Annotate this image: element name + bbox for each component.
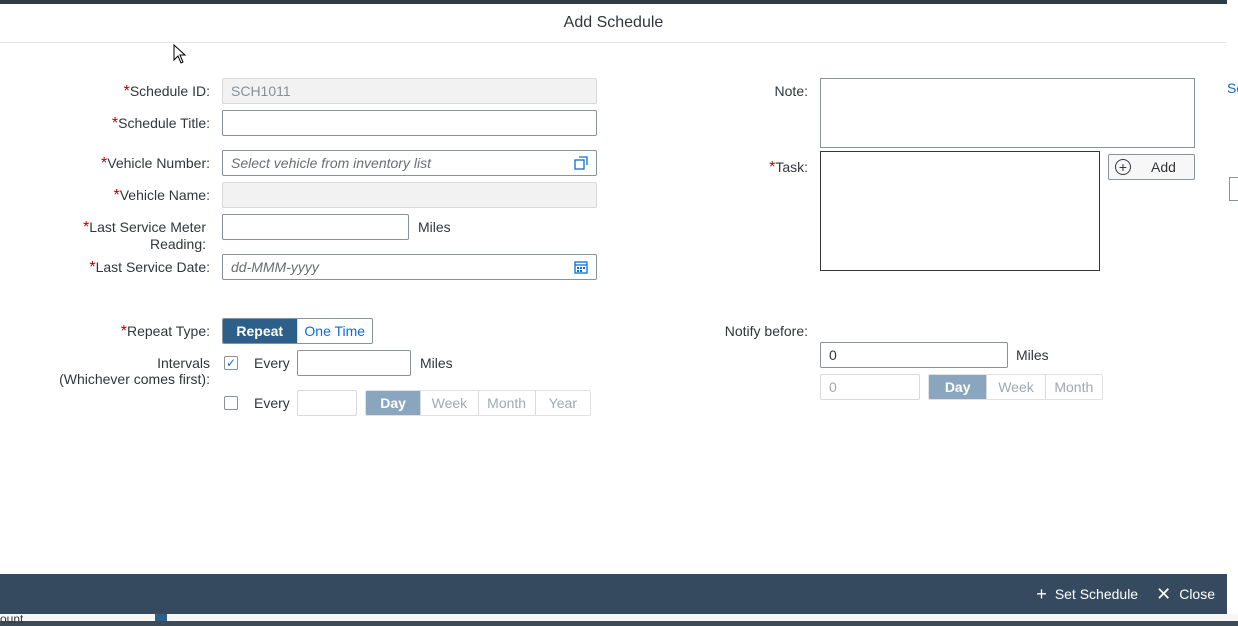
intervals-label: Intervals (Whichever comes first): <box>59 355 210 387</box>
vehicle-number-placeholder: Select vehicle from inventory list <box>231 155 431 171</box>
one-time-option[interactable]: One Time <box>296 319 373 343</box>
notify-month-option[interactable]: Month <box>1044 375 1102 399</box>
set-schedule-button[interactable]: + Set Schedule <box>1036 584 1139 604</box>
repeat-option[interactable]: Repeat <box>223 319 297 343</box>
last-service-date-input[interactable]: dd-MMM-yyyy <box>222 254 597 280</box>
vehicle-name-label: *Vehicle Name: <box>113 187 210 204</box>
notify-period-toggle[interactable]: Day Week Month <box>928 374 1103 400</box>
vehicle-name-field <box>222 182 597 208</box>
repeat-type-toggle[interactable]: Repeat One Time <box>222 318 373 344</box>
last-service-date-label: *Last Service Date: <box>89 259 210 276</box>
interval-miles-checkbox[interactable]: ✓ <box>224 356 238 370</box>
add-task-button[interactable]: + Add <box>1108 154 1195 180</box>
last-service-meter-unit: Miles <box>418 219 451 235</box>
schedule-id-field: SCH1011 <box>222 78 597 104</box>
interval-period-checkbox[interactable] <box>224 396 238 410</box>
interval-year-option[interactable]: Year <box>534 391 590 415</box>
schedule-title-label: *Schedule Title: <box>111 115 210 132</box>
interval-period-every-label: Every <box>254 395 290 411</box>
schedule-title-input[interactable] <box>222 110 597 136</box>
add-schedule-dialog: Add Schedule *Schedule ID: SCH1011 *Sche… <box>0 4 1227 614</box>
notify-week-option[interactable]: Week <box>986 375 1044 399</box>
dialog-title: Add Schedule <box>563 14 664 31</box>
note-label: Note: <box>774 83 808 99</box>
last-service-meter-input[interactable] <box>222 214 409 240</box>
plus-icon: + <box>1036 584 1047 604</box>
close-button[interactable]: ✕ Close <box>1156 584 1215 604</box>
background-text-fragment-bottom: ount <box>0 612 24 626</box>
background-control-fragment <box>1229 177 1238 201</box>
notify-before-label: Notify before: <box>724 323 808 339</box>
interval-miles-unit: Miles <box>420 355 453 371</box>
last-service-date-placeholder: dd-MMM-yyyy <box>231 259 319 275</box>
interval-miles-every-label: Every <box>254 355 290 371</box>
interval-miles-input[interactable] <box>297 350 411 376</box>
schedule-id-label: *Schedule ID: <box>123 83 210 100</box>
background-bar-fragment <box>155 614 167 621</box>
set-schedule-label: Set Schedule <box>1054 586 1139 602</box>
note-textarea[interactable] <box>820 78 1195 148</box>
notify-miles-input[interactable]: 0 <box>820 342 1008 368</box>
close-icon: ✕ <box>1156 584 1172 604</box>
last-service-meter-label: *Last Service Meter Reading: <box>83 219 206 252</box>
interval-period-input[interactable] <box>297 390 357 416</box>
vehicle-number-input[interactable]: Select vehicle from inventory list <box>222 150 597 176</box>
background-page-bottom: ount <box>0 613 1238 625</box>
add-task-label: Add <box>1151 159 1176 175</box>
interval-month-option[interactable]: Month <box>477 391 535 415</box>
repeat-type-label: *Repeat Type: <box>120 323 210 340</box>
notify-miles-unit: Miles <box>1016 347 1049 363</box>
value-help-icon[interactable] <box>574 156 588 170</box>
background-page-right: Sc <box>1227 0 1238 621</box>
notify-period-input[interactable]: 0 <box>820 374 920 400</box>
mouse-cursor-icon <box>173 44 187 64</box>
interval-week-option[interactable]: Week <box>420 391 477 415</box>
dialog-header: Add Schedule <box>0 4 1227 43</box>
interval-period-toggle[interactable]: Day Week Month Year <box>365 390 591 416</box>
add-circle-icon: + <box>1115 159 1131 175</box>
task-label: *Task: <box>769 159 808 176</box>
vehicle-number-label: *Vehicle Number: <box>101 155 210 172</box>
notify-day-option[interactable]: Day <box>929 375 987 399</box>
background-text-fragment: Sc <box>1227 80 1238 96</box>
calendar-icon[interactable] <box>574 260 588 274</box>
task-list[interactable] <box>820 151 1100 271</box>
interval-day-option[interactable]: Day <box>366 391 421 415</box>
close-label: Close <box>1179 586 1215 602</box>
dialog-footer: + Set Schedule ✕ Close <box>0 574 1227 614</box>
